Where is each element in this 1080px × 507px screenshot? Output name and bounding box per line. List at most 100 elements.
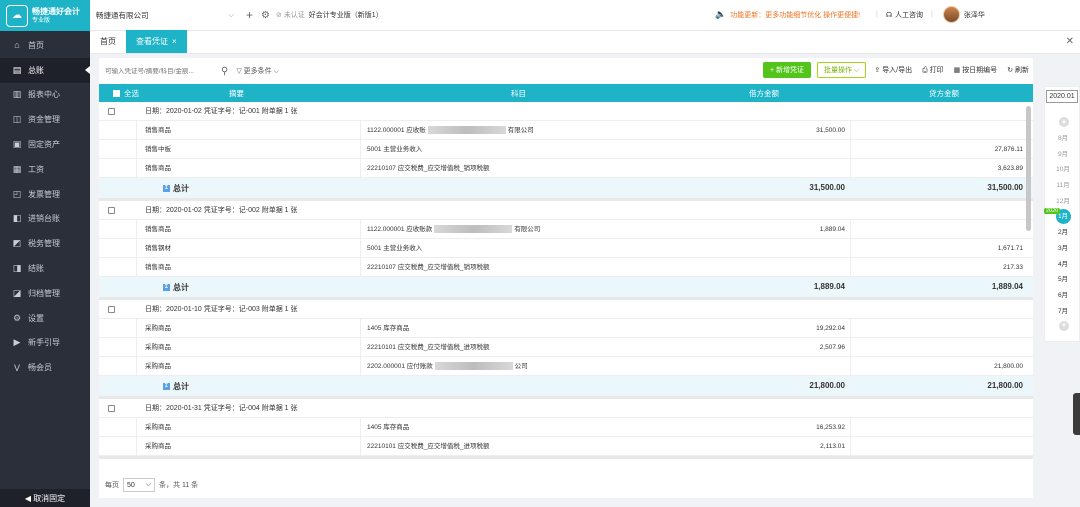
cert-status[interactable]: ⊘ 未认证 bbox=[276, 10, 305, 20]
select-all-checkbox[interactable] bbox=[113, 89, 120, 97]
renumber-button[interactable]: ▦ 按日期编号 bbox=[954, 65, 998, 75]
voucher-header: 日期：2020-01-02 凭证字号：记-002 附单据 1 张 bbox=[99, 201, 1033, 220]
add-company-icon[interactable]: + bbox=[246, 8, 253, 22]
line-credit: 21,800.00 bbox=[994, 363, 1023, 370]
month-item[interactable]: 6月 bbox=[1045, 288, 1080, 304]
table-row[interactable]: 采购商品 22210101 应交税费_应交增值税_进项税额 2,113.01 bbox=[99, 437, 1033, 456]
support-link[interactable]: 人工咨询 bbox=[895, 10, 923, 20]
table-row[interactable]: 销售商品 1122.000001 应收账 有限公司 31,500.00 bbox=[99, 121, 1033, 140]
sidebar-item-0[interactable]: ⌂ 首页 bbox=[0, 33, 90, 58]
sidebar-item-label: 发票管理 bbox=[28, 189, 60, 199]
month-item[interactable]: 8月 bbox=[1045, 131, 1080, 147]
more-filters-button[interactable]: ▽ 更多条件 ⌵ bbox=[236, 66, 279, 76]
month-item[interactable]: 9月 bbox=[1045, 147, 1080, 163]
voucher-checkbox[interactable] bbox=[108, 207, 115, 214]
company-selector[interactable]: 畅捷通有限公司 ⌵ bbox=[96, 7, 238, 23]
line-credit: 3,623.89 bbox=[997, 165, 1023, 172]
tab-home[interactable]: 首页 bbox=[90, 30, 126, 53]
sidebar-item-8[interactable]: ◩ 税务管理 bbox=[0, 231, 90, 256]
table-row[interactable]: 采购商品 22210101 应交税费_应交增值税_进项税额 2,507.96 bbox=[99, 338, 1033, 357]
month-item[interactable]: 2月 bbox=[1045, 225, 1080, 241]
table-row[interactable]: 采购商品 1405 库存商品 19,292.04 bbox=[99, 319, 1033, 338]
sidebar-item-label: 进销台账 bbox=[28, 214, 60, 224]
side-drawer-handle[interactable] bbox=[1073, 393, 1080, 435]
month-item[interactable]: 10月 bbox=[1045, 162, 1080, 178]
per-page-value: 50 bbox=[127, 481, 135, 489]
voucher-checkbox[interactable] bbox=[108, 306, 115, 313]
new-voucher-button[interactable]: + 新增凭证 bbox=[763, 62, 812, 78]
table-row[interactable]: 销售商品 22210107 应交税费_应交增值税_销项税额 217.33 bbox=[99, 258, 1033, 277]
unpin-sidebar-button[interactable]: ◀ 取消固定 bbox=[0, 489, 90, 507]
table-row[interactable]: 采购商品 1405 库存商品 16,253.92 bbox=[99, 418, 1033, 437]
sidebar-item-5[interactable]: ▦ 工资 bbox=[0, 157, 90, 182]
import-export-button[interactable]: ⇪ 导入/导出 bbox=[874, 65, 912, 75]
line-debit bbox=[669, 159, 849, 178]
voucher-header: 日期：2020-01-10 凭证字号：记-003 附单据 1 张 bbox=[99, 300, 1033, 319]
scrollbar[interactable] bbox=[1026, 106, 1031, 231]
select-all-label: 全选 bbox=[124, 88, 139, 98]
subject-code: 22210107 应交税费_应交增值税_销项税额 bbox=[367, 264, 490, 271]
avatar[interactable] bbox=[942, 6, 960, 23]
sidebar-item-1[interactable]: ▤ 总账 bbox=[0, 57, 90, 83]
search-input[interactable] bbox=[105, 67, 215, 75]
close-book-icon: ◨ bbox=[12, 263, 22, 274]
month-item[interactable]: 4月 bbox=[1045, 257, 1080, 273]
sidebar-item-2[interactable]: ▥ 报表中心 bbox=[0, 83, 90, 108]
tab-view-voucher[interactable]: 查看凭证 × bbox=[126, 30, 187, 53]
line-summary: 销售商品 bbox=[136, 159, 361, 178]
more-filters-label: 更多条件 bbox=[243, 68, 272, 75]
sidebar-item-13[interactable]: V 畅会员 bbox=[0, 355, 90, 380]
line-debit: 19,292.04 bbox=[816, 325, 845, 332]
refresh-button[interactable]: ↻ 刷新 bbox=[1007, 65, 1029, 75]
inventory-icon: ◧ bbox=[12, 213, 22, 224]
line-credit bbox=[851, 338, 1023, 357]
month-label: 8月 bbox=[1057, 135, 1069, 142]
table-row[interactable]: 销售商品 1122.000001 应收账款 有限公司 1,889.04 bbox=[99, 220, 1033, 239]
subject-code: 1405 库存商品 bbox=[367, 424, 410, 431]
sidebar-item-9[interactable]: ◨ 结账 bbox=[0, 256, 90, 281]
scroll-up-icon[interactable]: ▲ bbox=[1059, 117, 1069, 127]
voucher-checkbox[interactable] bbox=[108, 405, 115, 412]
headset-icon: ☊ bbox=[885, 11, 893, 19]
sidebar-item-10[interactable]: ◪ 归档管理 bbox=[0, 281, 90, 306]
gear-icon[interactable]: ⚙ bbox=[261, 10, 270, 21]
update-notice[interactable]: 🔈 功能更新：更多功能细节优化 操作更便捷! bbox=[715, 9, 860, 20]
print-label: 打印 bbox=[929, 67, 944, 74]
total-credit: 31,500.00 bbox=[987, 183, 1023, 192]
sidebar-item-12[interactable]: ▶ 新手引导 bbox=[0, 331, 90, 356]
line-credit bbox=[851, 220, 1023, 239]
sidebar-item-11[interactable]: ⚙ 设置 bbox=[0, 306, 90, 331]
table-row[interactable]: 销售商品 22210107 应交税费_应交增值税_销项税额 3,623.89 bbox=[99, 159, 1033, 178]
sidebar-item-label: 工资 bbox=[28, 164, 44, 174]
table-row[interactable]: 销售钢材 5001 主营业务收入 1,671.71 bbox=[99, 239, 1033, 258]
header-summary: 摘要 bbox=[229, 88, 244, 98]
total-text: 总计 bbox=[173, 184, 189, 193]
header-subject: 科目 bbox=[511, 88, 526, 98]
table-row[interactable]: 采购商品 2202.000001 应付账款 公司 21,800.00 bbox=[99, 357, 1033, 376]
month-item[interactable]: 11月 bbox=[1045, 178, 1080, 194]
sidebar-item-7[interactable]: ◧ 进销台账 bbox=[0, 207, 90, 232]
month-item[interactable]: 5月 bbox=[1045, 272, 1080, 288]
month-label: 3月 bbox=[1057, 244, 1069, 252]
sidebar-item-4[interactable]: ▣ 固定资产 bbox=[0, 132, 90, 157]
brand-name: 畅捷通好会计 bbox=[32, 6, 80, 16]
current-period[interactable]: 2020.01 bbox=[1046, 90, 1078, 103]
sidebar-item-6[interactable]: ◰ 发票管理 bbox=[0, 182, 90, 207]
close-icon[interactable]: × bbox=[172, 37, 177, 46]
table-row[interactable]: 销售中板 5001 主营业务收入 27,876.11 bbox=[99, 140, 1033, 159]
month-item[interactable]: 3月 bbox=[1045, 241, 1080, 257]
renumber-label: 按日期编号 bbox=[962, 67, 998, 74]
month-item[interactable]: 7月 bbox=[1045, 304, 1080, 320]
user-name[interactable]: 张泽华 bbox=[964, 10, 985, 20]
print-button[interactable]: ⎙ 打印 bbox=[922, 65, 944, 75]
per-page-select[interactable]: 50 ⌵ bbox=[123, 478, 155, 492]
scroll-down-icon[interactable]: ▼ bbox=[1059, 321, 1069, 331]
select-all[interactable]: 全选 bbox=[107, 88, 139, 99]
voucher-total: Σ 总计 1,889.04 1,889.04 bbox=[99, 277, 1033, 297]
brand-edition: 专业版 bbox=[32, 17, 51, 24]
sidebar-item-3[interactable]: ◫ 资金管理 bbox=[0, 107, 90, 132]
close-all-tabs-icon[interactable]: ✕ bbox=[1066, 36, 1074, 47]
search-icon[interactable]: ⚲ bbox=[221, 66, 228, 77]
batch-actions-button[interactable]: 批量操作 ⌵ bbox=[817, 62, 867, 78]
voucher-checkbox[interactable] bbox=[108, 108, 115, 115]
